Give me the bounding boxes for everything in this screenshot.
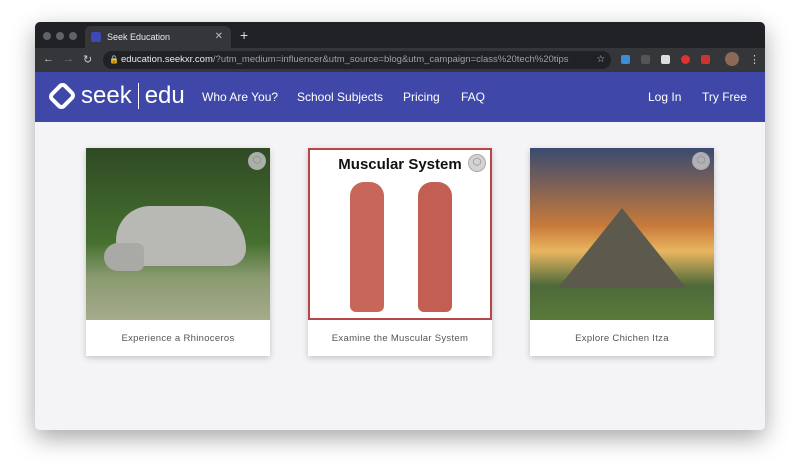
nav-pricing[interactable]: Pricing — [403, 90, 440, 104]
reload-icon[interactable]: ↻ — [83, 53, 92, 66]
lock-icon: 🔒 — [109, 55, 119, 64]
nav-faq[interactable]: FAQ — [461, 90, 485, 104]
tab-bar: Seek Education ✕ + — [35, 22, 765, 48]
menu-icon[interactable]: ⋮ — [749, 53, 760, 66]
card-chichen-itza[interactable]: ⬡ Explore Chichen Itza — [530, 148, 714, 356]
nav-school-subjects[interactable]: School Subjects — [297, 90, 383, 104]
rhinoceros-image: ⬡ — [86, 148, 270, 320]
tab-title: Seek Education — [107, 32, 171, 42]
logo-edu-text: edu — [144, 82, 185, 109]
minimize-window-button[interactable] — [56, 32, 64, 40]
favicon-icon — [91, 32, 101, 42]
card-caption: Explore Chichen Itza — [575, 333, 669, 344]
browser-window: Seek Education ✕ + ← → ↻ 🔒 education.see… — [35, 22, 765, 430]
maximize-window-button[interactable] — [69, 32, 77, 40]
login-link[interactable]: Log In — [648, 90, 681, 104]
new-tab-button[interactable]: + — [240, 27, 248, 43]
close-tab-icon[interactable]: ✕ — [215, 31, 223, 42]
seek-logo-icon — [46, 80, 78, 112]
card-muscular-system[interactable]: Muscular System ⬡ Examine the Muscular S… — [308, 148, 492, 356]
extension-icon[interactable] — [681, 55, 690, 64]
3d-cube-icon[interactable]: ⬡ — [468, 154, 486, 172]
card-rhinoceros[interactable]: ⬡ Experience a Rhinoceros — [86, 148, 270, 356]
3d-cube-icon[interactable]: ⬡ — [692, 152, 710, 170]
card-caption: Experience a Rhinoceros — [121, 333, 235, 344]
address-bar-row: ← → ↻ 🔒 education.seekxr.com/?utm_medium… — [35, 48, 765, 72]
logo-divider — [137, 83, 139, 109]
extension-icon[interactable] — [621, 55, 630, 64]
muscular-system-image: Muscular System ⬡ — [308, 148, 492, 320]
logo-seek-text: seek — [81, 82, 132, 109]
extension-icon[interactable] — [661, 55, 670, 64]
seek-edu-logo[interactable]: seek edu — [46, 80, 185, 112]
url-path: /?utm_medium=influencer&utm_source=blog&… — [212, 54, 569, 65]
profile-avatar[interactable] — [725, 52, 739, 66]
browser-tab[interactable]: Seek Education ✕ — [85, 26, 231, 48]
forward-icon[interactable]: → — [63, 53, 74, 65]
chichen-itza-image: ⬡ — [530, 148, 714, 320]
extension-icon[interactable] — [701, 55, 710, 64]
3d-cube-icon[interactable]: ⬡ — [248, 152, 266, 170]
back-icon[interactable]: ← — [43, 53, 54, 65]
site-header: seek edu Who Are You? School Subjects Pr… — [35, 72, 765, 122]
url-input[interactable]: 🔒 education.seekxr.com/?utm_medium=influ… — [103, 51, 611, 69]
extension-icon[interactable] — [641, 55, 650, 64]
nav-who-are-you[interactable]: Who Are You? — [202, 90, 278, 104]
card-caption: Examine the Muscular System — [331, 333, 469, 344]
try-free-link[interactable]: Try Free — [702, 90, 747, 104]
image-title: Muscular System — [338, 156, 462, 173]
url-host: education.seekxr.com — [121, 54, 213, 65]
close-window-button[interactable] — [43, 32, 51, 40]
bookmark-star-icon[interactable]: ☆ — [596, 51, 605, 69]
